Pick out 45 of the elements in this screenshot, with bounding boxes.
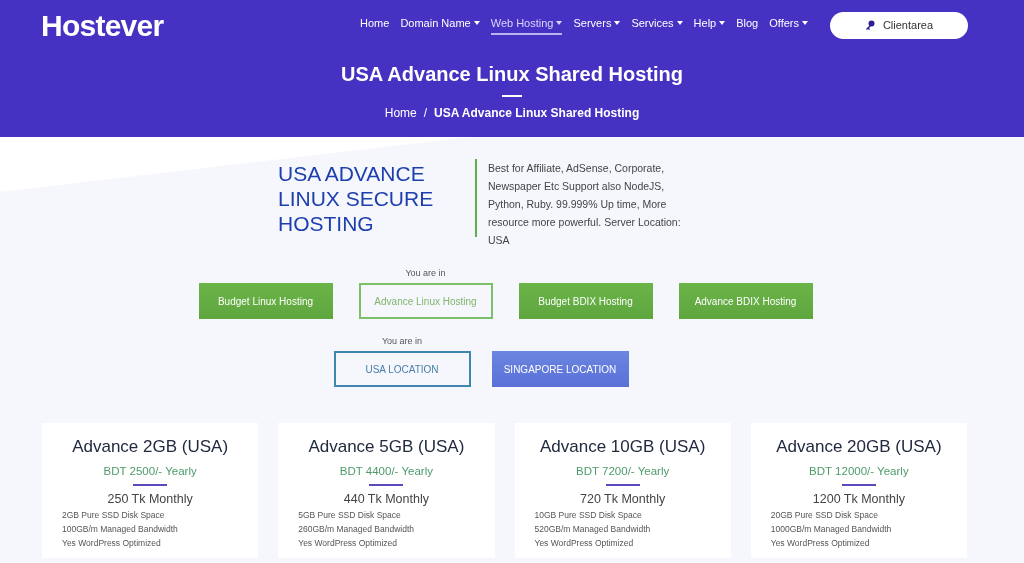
nav-link[interactable]: Offers bbox=[769, 14, 808, 36]
feature-item: 520GB/m Managed Bandwidth bbox=[534, 523, 651, 536]
nav-link[interactable]: Servers bbox=[573, 14, 621, 36]
section-heading: USA ADVANCE LINUX SECURE HOSTING bbox=[278, 161, 435, 237]
key-icon bbox=[864, 20, 875, 30]
feature-item: 5GB Pure SSD Disk Space bbox=[298, 509, 402, 522]
monthly-price: 440 Tk Monthly bbox=[343, 491, 429, 507]
option-button[interactable]: USA LOCATION bbox=[333, 351, 471, 387]
nav-link[interactable]: Services bbox=[631, 14, 683, 36]
nav-link[interactable]: Domain Name bbox=[400, 14, 480, 36]
feature-item: 2GB Pure SSD Disk Space bbox=[62, 509, 166, 522]
feature-item: 260GB/m Managed Bandwidth bbox=[298, 523, 415, 536]
nav-link[interactable]: Blog bbox=[736, 14, 759, 36]
nav-link[interactable]: Web Hosting bbox=[490, 14, 563, 36]
yearly-price: BDT 7200/- Yearly bbox=[576, 464, 670, 478]
current-indicator: You are in bbox=[405, 266, 446, 280]
feature-item: Yes WordPress Optimized bbox=[62, 537, 162, 550]
breadcrumb-link[interactable]: Home bbox=[384, 104, 417, 122]
clientarea-button[interactable]: Clientarea bbox=[830, 11, 968, 39]
monthly-price: 720 Tk Monthly bbox=[580, 491, 666, 507]
current-indicator: You are in bbox=[381, 334, 423, 348]
feature-item: Yes WordPress Optimized bbox=[298, 537, 398, 550]
nav-link[interactable]: Help bbox=[693, 14, 726, 36]
nav-link[interactable]: Home bbox=[360, 14, 390, 36]
page-title: USA Advance Linux Shared Hosting bbox=[340, 62, 684, 87]
plan-name: Advance 2GB (USA) bbox=[72, 436, 229, 458]
breadcrumb-current: USA Advance Linux Shared Hosting bbox=[434, 105, 640, 122]
feature-item: Yes WordPress Optimized bbox=[534, 537, 635, 550]
section-description: Best for Affiliate, AdSense, Corporate, Newspaper Etc Support also NodeJS, Python, Ruby. 99.999% Up time, More resource more powerful. Server Location: USA bbox=[488, 161, 682, 248]
yearly-price: BDT 12000/- Yearly bbox=[809, 464, 909, 478]
breadcrumb-separator: / bbox=[423, 105, 428, 122]
option-button[interactable]: SINGAPORE LOCATION bbox=[491, 351, 629, 387]
plan-name: Advance 10GB (USA) bbox=[539, 436, 706, 458]
plan-name: Advance 20GB (USA) bbox=[776, 436, 942, 458]
feature-item: 20GB Pure SSD Disk Space bbox=[770, 509, 879, 522]
monthly-price: 1200 Tk Monthly bbox=[812, 491, 905, 507]
yearly-price: BDT 2500/- Yearly bbox=[103, 464, 197, 478]
monthly-price: 250 Tk Monthly bbox=[107, 491, 193, 507]
plan-name: Advance 5GB (USA) bbox=[308, 436, 465, 458]
feature-item: 100GB/m Managed Bandwidth bbox=[62, 523, 178, 536]
feature-item: 10GB Pure SSD Disk Space bbox=[534, 509, 643, 522]
yearly-price: BDT 4400/- Yearly bbox=[339, 464, 433, 478]
logo[interactable]: Hostever bbox=[41, 2, 164, 48]
feature-item: Yes WordPress Optimized bbox=[770, 537, 871, 550]
feature-item: 1000GB/m Managed Bandwidth bbox=[770, 523, 892, 536]
